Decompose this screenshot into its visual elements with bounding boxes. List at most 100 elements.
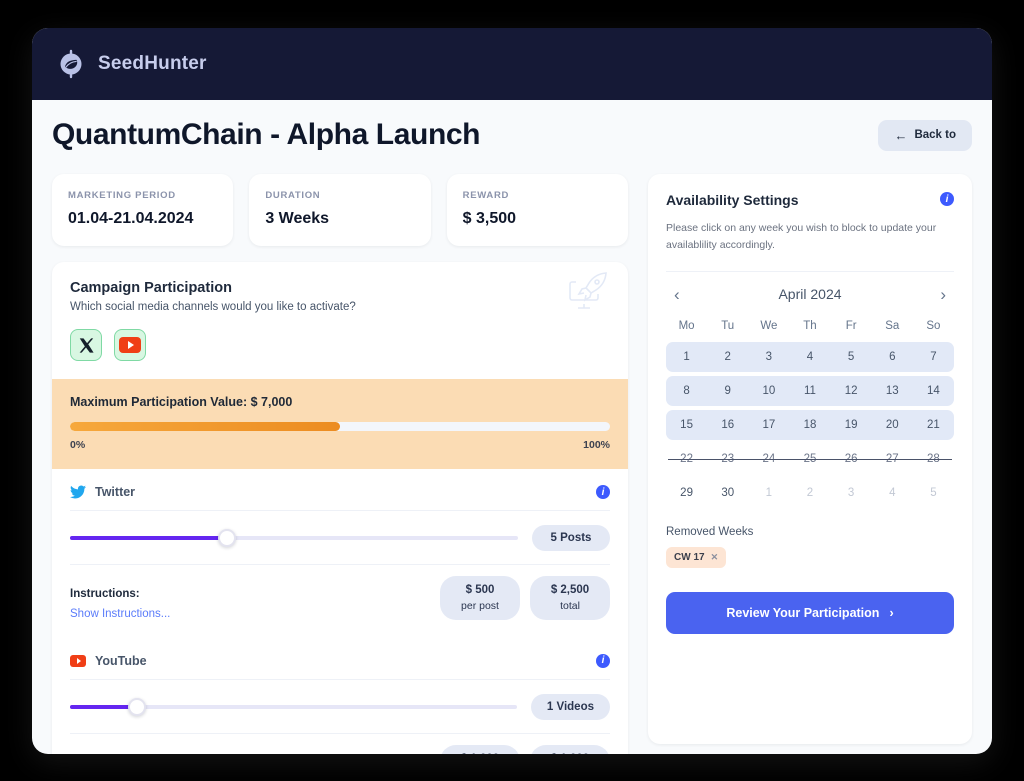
- calendar-day[interactable]: 1: [666, 342, 707, 372]
- participation-progress-fill: [70, 422, 340, 431]
- channel-name-twitter: Twitter: [70, 485, 135, 499]
- calendar-month-label: April 2024: [778, 286, 842, 303]
- calendar-day[interactable]: 5: [913, 478, 954, 508]
- calendar-day[interactable]: 21: [913, 410, 954, 440]
- calendar-day[interactable]: 26: [831, 444, 872, 474]
- calendar-day[interactable]: 2: [707, 342, 748, 372]
- chevron-right-icon[interactable]: ›: [936, 286, 950, 303]
- back-button[interactable]: ← Back to: [878, 119, 972, 151]
- rocket-monitor-icon: [564, 270, 612, 319]
- calendar-day[interactable]: 20: [872, 410, 913, 440]
- calendar-day[interactable]: 27: [872, 444, 913, 474]
- calendar-day[interactable]: 13: [872, 376, 913, 406]
- price-total-badge: $ 2,500 total: [530, 576, 610, 620]
- slider-thumb[interactable]: [128, 697, 147, 716]
- youtube-videos-slider[interactable]: [70, 697, 517, 716]
- calendar-day[interactable]: 7: [913, 342, 954, 372]
- stat-label: REWARD: [462, 190, 510, 201]
- chevron-left-icon[interactable]: ‹: [670, 286, 684, 303]
- campaign-participation-card: Campaign Participation Which social medi…: [52, 262, 628, 754]
- removed-week-label: CW 17: [674, 551, 705, 563]
- calendar-day[interactable]: 28: [913, 444, 954, 474]
- calendar-week-row[interactable]: 29 30 1 2 3 4 5: [666, 478, 954, 508]
- calendar-day[interactable]: 2: [789, 478, 830, 508]
- progress-max-label: 100%: [583, 439, 610, 451]
- channel-row-header: Twitter i: [70, 485, 610, 511]
- twitter-count-badge: 5 Posts: [532, 525, 610, 551]
- channel-selector: [52, 313, 628, 379]
- close-icon[interactable]: ✕: [711, 552, 719, 563]
- calendar-weekday: Mo: [678, 319, 695, 332]
- top-bar: SeedHunter: [32, 28, 992, 100]
- slider-fill: [70, 704, 138, 709]
- stat-card-reward: REWARD $ 3,500: [446, 174, 628, 246]
- channel-instructions-row: Instructions: Show Instructions... $ 500…: [70, 565, 610, 634]
- calendar-day[interactable]: 14: [913, 376, 954, 406]
- calendar-week-row[interactable]: 15 16 17 18 19 20 21: [666, 409, 954, 440]
- calendar-day[interactable]: 15: [666, 410, 707, 440]
- calendar-day[interactable]: 22: [666, 444, 707, 474]
- arrow-left-icon: ←: [894, 127, 908, 143]
- calendar-day[interactable]: 12: [831, 376, 872, 406]
- campaign-participation-header: Campaign Participation Which social medi…: [52, 262, 628, 313]
- calendar-day[interactable]: 4: [872, 478, 913, 508]
- info-icon[interactable]: i: [596, 485, 610, 499]
- calendar-day[interactable]: 1: [748, 478, 789, 508]
- divider: [666, 270, 954, 272]
- channel-toggle-x[interactable]: [70, 329, 102, 361]
- price-per-unit-badge: $ 500 per post: [440, 576, 520, 620]
- availability-settings-panel: Availability Settings i Please click on …: [648, 174, 972, 744]
- calendar-weekday: So: [926, 319, 941, 332]
- twitter-posts-slider[interactable]: [70, 529, 518, 547]
- info-icon[interactable]: i: [940, 192, 954, 206]
- page-body: QuantumChain - Alpha Launch ← Back to MA…: [32, 100, 992, 754]
- calendar-weekday-header: Mo Tu We Th Fr Sa So: [666, 315, 954, 342]
- review-participation-button[interactable]: Review Your Participation ›: [666, 591, 954, 634]
- show-instructions-link[interactable]: Show Instructions...: [70, 608, 170, 620]
- calendar-day[interactable]: 5: [831, 342, 872, 372]
- calendar-day[interactable]: 6: [872, 342, 913, 372]
- channel-instructions-row: Instructions: Show Instructions... $ 1,0…: [70, 734, 610, 754]
- price-amount: $ 2,500: [550, 584, 590, 596]
- channel-toggle-youtube[interactable]: [114, 329, 146, 361]
- calendar-day[interactable]: 18: [789, 410, 830, 440]
- calendar-header: ‹ April 2024 ›: [666, 284, 954, 315]
- channel-label: Twitter: [95, 485, 136, 499]
- calendar-day[interactable]: 24: [748, 444, 789, 474]
- max-participation-label: Maximum Participation Value: $ 7,000: [70, 395, 293, 409]
- content-columns: MARKETING PERIOD 01.04-21.04.2024 DURATI…: [52, 174, 972, 754]
- calendar-day[interactable]: 9: [707, 376, 748, 406]
- calendar-day[interactable]: 3: [831, 478, 872, 508]
- campaign-participation-title: Campaign Participation: [70, 280, 232, 296]
- progress-min-label: 0%: [70, 439, 86, 451]
- calendar-weeks: 1 2 3 4 5 6 7 8 9 10 11 12 13 14 15 16 17 18 19 20 21 22 23 24 2…: [666, 341, 954, 508]
- calendar-week-row[interactable]: 1234567: [666, 341, 954, 372]
- removed-week-chip[interactable]: CW 17 ✕: [666, 546, 727, 568]
- calendar-day[interactable]: 8: [666, 376, 707, 406]
- calendar-day[interactable]: 19: [831, 410, 872, 440]
- stat-cards: MARKETING PERIOD 01.04-21.04.2024 DURATI…: [52, 174, 628, 246]
- channel-row-header: YouTube i: [70, 653, 610, 680]
- calendar-week-row[interactable]: 8 9 10 11 12 13 14: [666, 375, 954, 406]
- calendar-day[interactable]: 10: [748, 376, 789, 406]
- max-participation-banner: Maximum Participation Value: $ 7,000 0% …: [52, 379, 628, 469]
- slider-thumb[interactable]: [217, 529, 236, 547]
- participation-progress-scale: 0% 100%: [70, 439, 610, 451]
- info-icon[interactable]: i: [596, 653, 610, 668]
- calendar-day[interactable]: 23: [707, 444, 748, 474]
- calendar-week-row[interactable]: 22 23 24 25 26 27 28: [666, 444, 954, 474]
- calendar-day[interactable]: 30: [707, 478, 748, 508]
- calendar-day[interactable]: 3: [748, 342, 789, 372]
- calendar-day[interactable]: 4: [789, 342, 830, 372]
- calendar-day[interactable]: 17: [748, 410, 789, 440]
- page-header: QuantumChain - Alpha Launch ← Back to: [52, 118, 972, 152]
- instructions-label: Instructions:: [70, 587, 140, 600]
- calendar-day[interactable]: 29: [666, 478, 707, 508]
- calendar-day[interactable]: 11: [789, 376, 830, 406]
- channel-row-youtube: YouTube i 1 Videos: [52, 638, 628, 754]
- calendar-day[interactable]: 25: [789, 444, 830, 474]
- calendar-weekday: Sa: [885, 319, 900, 332]
- calendar-day[interactable]: 16: [707, 410, 748, 440]
- price-amount: $ 1,000: [456, 752, 504, 754]
- price-per-unit-badge: $ 1,000 per video: [440, 744, 520, 754]
